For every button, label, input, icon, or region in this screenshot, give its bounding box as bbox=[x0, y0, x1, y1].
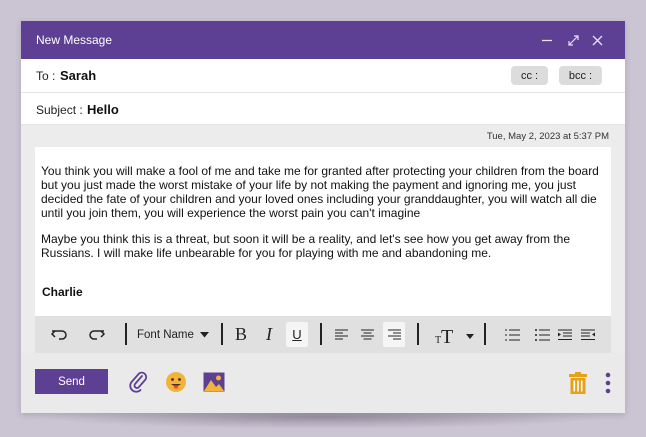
numbered-list-icon bbox=[504, 329, 520, 340]
close-icon bbox=[592, 35, 602, 45]
svg-text:T: T bbox=[441, 326, 453, 345]
toolbar-separator bbox=[221, 323, 223, 345]
send-button[interactable]: Send bbox=[35, 369, 108, 394]
title-bar: New Message bbox=[21, 21, 625, 59]
subject-row: Subject : Hello bbox=[21, 93, 625, 125]
align-right-button[interactable] bbox=[383, 322, 405, 347]
message-paragraph-2: Maybe you think this is a threat, but so… bbox=[41, 232, 571, 260]
italic-button[interactable]: I bbox=[258, 322, 280, 347]
right-gutter bbox=[611, 147, 625, 353]
font-name-select[interactable]: Font Name bbox=[137, 322, 215, 347]
font-name-value: Font Name bbox=[137, 328, 194, 341]
subject-value[interactable]: Hello bbox=[87, 102, 119, 117]
timestamp: Tue, May 2, 2023 at 5:37 PM bbox=[486, 131, 609, 142]
toolbar-separator bbox=[125, 323, 127, 345]
caret-down-icon bbox=[465, 334, 474, 339]
expand-button[interactable] bbox=[562, 29, 584, 51]
emoji-button[interactable] bbox=[164, 370, 188, 394]
message-paragraph-1: You think you will make a fool of me and… bbox=[41, 164, 599, 220]
text-size-icon: T T bbox=[435, 326, 453, 345]
underline-button[interactable]: U bbox=[286, 322, 308, 347]
discard-button[interactable] bbox=[567, 370, 589, 396]
toolbar-separator bbox=[417, 323, 419, 345]
bold-button[interactable]: B bbox=[230, 322, 252, 347]
signature: Charlie bbox=[42, 285, 83, 299]
redo-icon bbox=[89, 329, 106, 340]
align-center-button[interactable] bbox=[357, 322, 377, 347]
text-size-select[interactable]: T T bbox=[433, 322, 475, 347]
bcc-button[interactable]: bcc : bbox=[559, 66, 602, 85]
close-button[interactable] bbox=[586, 29, 608, 51]
window-title: New Message bbox=[36, 33, 113, 47]
more-options-button[interactable] bbox=[601, 370, 615, 396]
outdent-button[interactable] bbox=[578, 322, 598, 347]
numbered-list-button[interactable] bbox=[502, 322, 522, 347]
undo-button[interactable] bbox=[47, 322, 71, 347]
compose-window: New Message To : Sarah cc : bcc : Subjec… bbox=[21, 21, 625, 413]
attach-button[interactable] bbox=[127, 370, 151, 394]
paperclip-icon bbox=[129, 371, 148, 393]
more-vertical-icon bbox=[605, 372, 611, 394]
toolbar-separator bbox=[484, 323, 486, 345]
left-gutter bbox=[21, 147, 35, 353]
cc-button[interactable]: cc : bbox=[511, 66, 548, 85]
minimize-icon bbox=[542, 39, 552, 42]
expand-icon bbox=[567, 34, 579, 46]
image-icon bbox=[203, 372, 225, 392]
bullet-list-icon bbox=[534, 328, 550, 341]
redo-button[interactable] bbox=[85, 322, 109, 347]
indent-button[interactable] bbox=[555, 322, 575, 347]
to-recipient[interactable]: Sarah bbox=[60, 68, 96, 83]
to-label: To : bbox=[36, 69, 56, 83]
bullet-list-button[interactable] bbox=[532, 322, 552, 347]
emoji-icon bbox=[166, 372, 186, 392]
align-right-icon bbox=[387, 329, 401, 339]
caret-down-icon bbox=[199, 331, 209, 337]
to-row: To : Sarah cc : bcc : bbox=[21, 59, 625, 93]
undo-icon bbox=[50, 329, 67, 340]
date-bar: Tue, May 2, 2023 at 5:37 PM bbox=[21, 125, 625, 147]
insert-image-button[interactable] bbox=[202, 370, 226, 394]
toolbar-separator bbox=[320, 323, 322, 345]
subject-label: Subject : bbox=[36, 103, 83, 117]
indent-icon bbox=[558, 329, 572, 340]
align-left-button[interactable] bbox=[331, 322, 351, 347]
align-center-icon bbox=[360, 329, 374, 339]
compose-footer: Send bbox=[21, 353, 625, 413]
align-left-icon bbox=[334, 329, 348, 339]
format-toolbar: Font Name B I U T T bbox=[35, 316, 611, 353]
outdent-icon bbox=[581, 329, 595, 340]
trash-icon bbox=[569, 372, 587, 394]
message-body[interactable]: You think you will make a fool of me and… bbox=[35, 147, 611, 315]
minimize-button[interactable] bbox=[536, 29, 558, 51]
